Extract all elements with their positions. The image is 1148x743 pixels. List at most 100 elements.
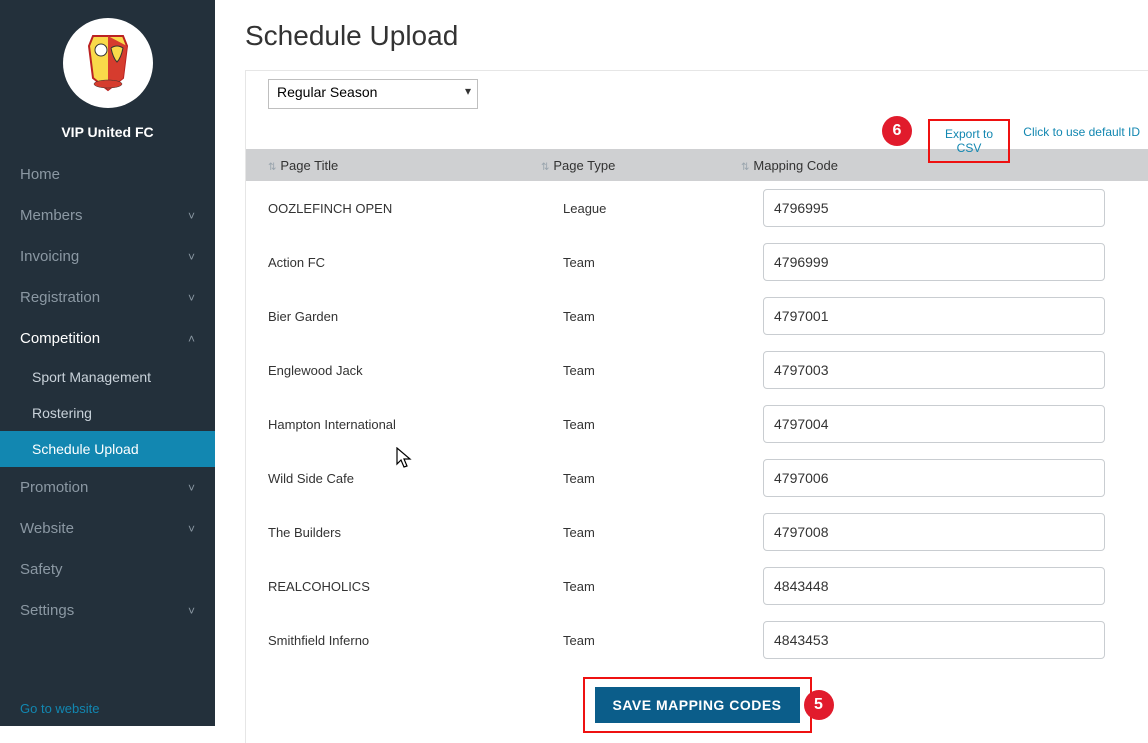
sidebar: VIP United FC HomeMembers˅Invoicing˅Regi… <box>0 0 215 726</box>
page-title: Schedule Upload <box>215 0 1148 72</box>
cell-mapping-code <box>763 405 1148 443</box>
org-logo <box>63 18 153 108</box>
table-row: OOZLEFINCH OPENLeague <box>246 181 1148 235</box>
season-select-value: Regular Season <box>277 84 377 100</box>
sort-icon: ⇅ <box>741 162 749 173</box>
cell-page-type: Team <box>563 417 763 432</box>
nav: Home Members ˅ Invoicing ˅ Registration ˅ Compe… <box>0 154 215 631</box>
sidebar-item-competition[interactable]: Competition ˄ <box>0 318 215 359</box>
mapping-code-input[interactable] <box>763 567 1105 605</box>
chevron-down-icon: ˅ <box>188 209 195 223</box>
col-header-title[interactable]: ⇅Page Title <box>246 158 541 173</box>
cell-page-title: Englewood Jack <box>268 363 563 378</box>
table-row: Action FCTeam <box>246 235 1148 289</box>
table-row: Englewood JackTeam <box>246 343 1148 397</box>
cell-page-type: Team <box>563 579 763 594</box>
sidebar-item-label: Promotion <box>20 479 88 496</box>
sidebar-item-label: Home <box>20 166 60 183</box>
cell-mapping-code <box>763 297 1148 335</box>
cell-page-type: Team <box>563 471 763 486</box>
sidebar-item-label: Members <box>20 207 83 224</box>
sidebar-item-label: Competition <box>20 330 100 347</box>
cell-page-title: Action FC <box>268 255 563 270</box>
cell-mapping-code <box>763 513 1148 551</box>
cell-page-type: Team <box>563 309 763 324</box>
sort-icon: ⇅ <box>268 162 276 173</box>
cell-page-type: Team <box>563 255 763 270</box>
season-select-wrap: Regular Season <box>268 79 1148 109</box>
sidebar-subitem-schedule-upload[interactable]: Schedule Upload <box>0 431 215 467</box>
sidebar-item-label: Settings <box>20 602 74 619</box>
sidebar-item-label: Website <box>20 520 74 537</box>
sidebar-item-registration[interactable]: Registration ˅ <box>0 277 215 318</box>
chevron-down-icon: ˅ <box>188 522 195 536</box>
cell-page-title: REALCOHOLICS <box>268 579 563 594</box>
save-row: SAVE MAPPING CODES 5 <box>246 667 1148 743</box>
nav-sub: Sport ManagementRosteringSchedule Upload <box>0 359 215 467</box>
mapping-code-input[interactable] <box>763 621 1105 659</box>
chevron-down-icon: ˅ <box>188 250 195 264</box>
cell-page-title: OOZLEFINCH OPEN <box>268 201 563 216</box>
export-row: 6 Export to CSV Click to use default ID <box>246 115 1148 145</box>
cell-mapping-code <box>763 243 1148 281</box>
sidebar-item-website[interactable]: Website ˅ <box>0 508 215 549</box>
save-highlight-box: SAVE MAPPING CODES 5 <box>583 677 812 733</box>
mapping-code-input[interactable] <box>763 459 1105 497</box>
cell-page-type: Team <box>563 633 763 648</box>
sort-icon: ⇅ <box>541 162 549 173</box>
logo-wrap <box>0 0 215 116</box>
content-box: Regular Season 6 Export to CSV Click to … <box>245 70 1148 743</box>
org-name: VIP United FC <box>0 116 215 154</box>
table-row: REALCOHOLICSTeam <box>246 559 1148 613</box>
cell-page-title: The Builders <box>268 525 563 540</box>
sidebar-item-home[interactable]: Home <box>0 154 215 195</box>
cell-page-title: Bier Garden <box>268 309 563 324</box>
cell-page-title: Wild Side Cafe <box>268 471 563 486</box>
season-select[interactable]: Regular Season <box>268 79 478 109</box>
sidebar-subitem-sport-management[interactable]: Sport Management <box>0 359 215 395</box>
sidebar-item-label: Safety <box>20 561 63 578</box>
chevron-down-icon: ˅ <box>188 481 195 495</box>
col-header-type[interactable]: ⇅Page Type <box>541 158 741 173</box>
chevron-down-icon: ˅ <box>188 604 195 618</box>
table-body: OOZLEFINCH OPENLeagueAction FCTeamBier G… <box>246 181 1148 667</box>
mapping-code-input[interactable] <box>763 513 1105 551</box>
cell-page-title: Smithfield Inferno <box>268 633 563 648</box>
sidebar-subitem-rostering[interactable]: Rostering <box>0 395 215 431</box>
cell-mapping-code <box>763 189 1148 227</box>
table-row: Wild Side CafeTeam <box>246 451 1148 505</box>
sidebar-item-members[interactable]: Members ˅ <box>0 195 215 236</box>
table-row: Bier GardenTeam <box>246 289 1148 343</box>
go-to-website-link[interactable]: Go to website <box>20 701 100 716</box>
annotation-badge-6: 6 <box>882 116 912 146</box>
cell-mapping-code <box>763 459 1148 497</box>
export-to-csv-link[interactable]: Export to CSV <box>928 119 1010 163</box>
mapping-code-input[interactable] <box>763 243 1105 281</box>
sidebar-item-promotion[interactable]: Promotion ˅ <box>0 467 215 508</box>
table-row: The BuildersTeam <box>246 505 1148 559</box>
main: Schedule Upload Regular Season 6 Export … <box>215 0 1148 726</box>
chevron-up-icon: ˄ <box>188 332 195 346</box>
sidebar-item-label: Invoicing <box>20 248 79 265</box>
cell-page-type: Team <box>563 363 763 378</box>
mapping-code-input[interactable] <box>763 189 1105 227</box>
chevron-down-icon: ˅ <box>188 291 195 305</box>
mapping-code-input[interactable] <box>763 351 1105 389</box>
sidebar-item-invoicing[interactable]: Invoicing ˅ <box>0 236 215 277</box>
sidebar-item-safety[interactable]: Safety <box>0 549 215 590</box>
table-row: Hampton InternationalTeam <box>246 397 1148 451</box>
mapping-code-input[interactable] <box>763 297 1105 335</box>
cell-page-title: Hampton International <box>268 417 563 432</box>
cell-page-type: Team <box>563 525 763 540</box>
mapping-code-input[interactable] <box>763 405 1105 443</box>
cell-page-type: League <box>563 201 763 216</box>
table-row: Smithfield InfernoTeam <box>246 613 1148 667</box>
save-mapping-codes-button[interactable]: SAVE MAPPING CODES <box>595 687 800 723</box>
use-default-id-link[interactable]: Click to use default ID <box>1023 125 1140 139</box>
cell-mapping-code <box>763 621 1148 659</box>
cell-mapping-code <box>763 351 1148 389</box>
sidebar-item-label: Registration <box>20 289 100 306</box>
sidebar-item-settings[interactable]: Settings ˅ <box>0 590 215 631</box>
cell-mapping-code <box>763 567 1148 605</box>
table-header: ⇅Page Title ⇅Page Type ⇅Mapping Code <box>246 149 1148 181</box>
